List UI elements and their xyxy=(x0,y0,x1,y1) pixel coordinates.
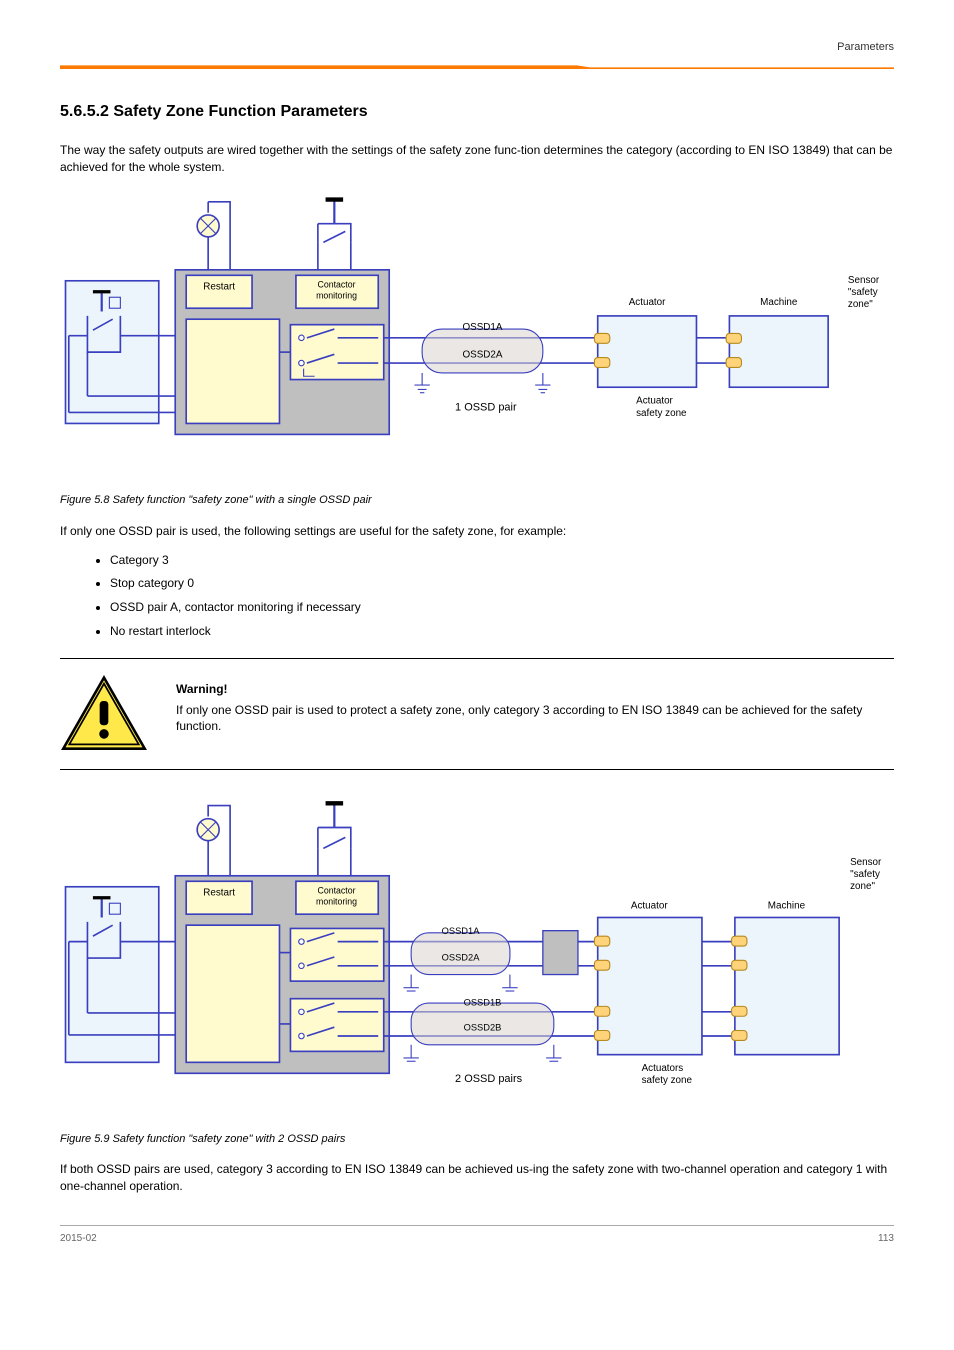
label-sensor-3: zone" xyxy=(848,300,873,311)
svg-text:Sensor: Sensor xyxy=(850,857,882,868)
bullet-item: Stop category 0 xyxy=(110,575,894,592)
figure-5-8-caption: Figure 5.8 Safety function "safety zone"… xyxy=(60,493,894,508)
bullet-item: OSSD pair A, contactor monitoring if nec… xyxy=(110,599,894,616)
svg-text:"safety: "safety xyxy=(850,869,880,880)
svg-text:monitoring: monitoring xyxy=(316,896,357,906)
page-header: Parameters xyxy=(60,40,894,71)
bullet-list: Category 3 Stop category 0 OSSD pair A, … xyxy=(110,552,894,640)
label-restart-2: Restart xyxy=(203,887,235,898)
label-ossd-pairs-2: 2 OSSD pairs xyxy=(455,1073,523,1085)
label-contactor-mon-1: Contactor xyxy=(318,280,356,290)
svg-text:Actuators: Actuators xyxy=(642,1063,684,1074)
paragraph-after-fig2: If both OSSD pairs are used, category 3 … xyxy=(60,1161,894,1195)
label-ossd2b: OSSD2B xyxy=(464,1022,502,1032)
divider-top-warning xyxy=(60,658,894,659)
label-ossd-pair: 1 OSSD pair xyxy=(455,402,517,414)
diagram-ossd-dual: Restart Contactor monitoring OSSD1A OSSD… xyxy=(60,788,894,1117)
label-ossd1a-2: OSSD1A xyxy=(442,926,481,936)
label-ossd2a: OSSD2A xyxy=(462,350,502,361)
label-actuator-sz-2: safety zone xyxy=(636,408,687,419)
warning-block: Warning! If only one OSSD pair is used t… xyxy=(60,675,894,753)
label-ossd1a: OSSD1A xyxy=(462,323,502,334)
svg-text:Contactor: Contactor xyxy=(318,885,356,895)
label-actuator-1: Actuator xyxy=(629,297,666,308)
label-machine-2: Machine xyxy=(768,901,806,912)
footer-date: 2015-02 xyxy=(60,1232,97,1246)
footer-page-number: 113 xyxy=(878,1232,894,1246)
section-heading: 5.6.5.2 Safety Zone Function Parameters xyxy=(60,101,894,123)
label-ossd2a-2: OSSD2A xyxy=(442,952,481,962)
label-sensor-1: Sensor xyxy=(848,275,880,286)
paragraph-after-fig1: If only one OSSD pair is used, the follo… xyxy=(60,523,894,540)
figure-5-9-caption: Figure 5.9 Safety function "safety zone"… xyxy=(60,1132,894,1147)
label-contactor-mon-2: monitoring xyxy=(316,291,357,301)
label-actuator-sz-1: Actuator xyxy=(636,396,673,407)
divider-bottom-warning xyxy=(60,769,894,770)
figure-5-9: Restart Contactor monitoring OSSD1A OSSD… xyxy=(60,788,894,1122)
figure-5-8: Restart Contactor monitoring OSSD1A OSSD… xyxy=(60,193,894,483)
label-actuator-hdr: Actuator xyxy=(631,901,668,912)
svg-text:zone": zone" xyxy=(850,881,875,892)
label-sensor-2: "safety xyxy=(848,287,878,298)
label-machine: Machine xyxy=(760,297,798,308)
label-restart: Restart xyxy=(203,282,235,293)
warning-triangle-icon xyxy=(60,675,148,753)
svg-text:safety zone: safety zone xyxy=(642,1075,693,1086)
bullet-item: No restart interlock xyxy=(110,623,894,640)
header-divider xyxy=(60,65,894,71)
bullet-item: Category 3 xyxy=(110,552,894,569)
warning-text: Warning! If only one OSSD pair is used t… xyxy=(176,675,894,735)
intro-paragraph: The way the safety outputs are wired tog… xyxy=(60,142,894,176)
warning-body: If only one OSSD pair is used to protect… xyxy=(176,703,862,734)
label-ossd1b: OSSD1B xyxy=(464,997,502,1007)
warning-label: Warning! xyxy=(176,681,894,698)
diagram-ossd-single: Restart Contactor monitoring OSSD1A OSSD… xyxy=(60,193,894,478)
header-right-text: Parameters xyxy=(60,40,894,55)
page-footer: 2015-02 113 xyxy=(60,1225,894,1246)
